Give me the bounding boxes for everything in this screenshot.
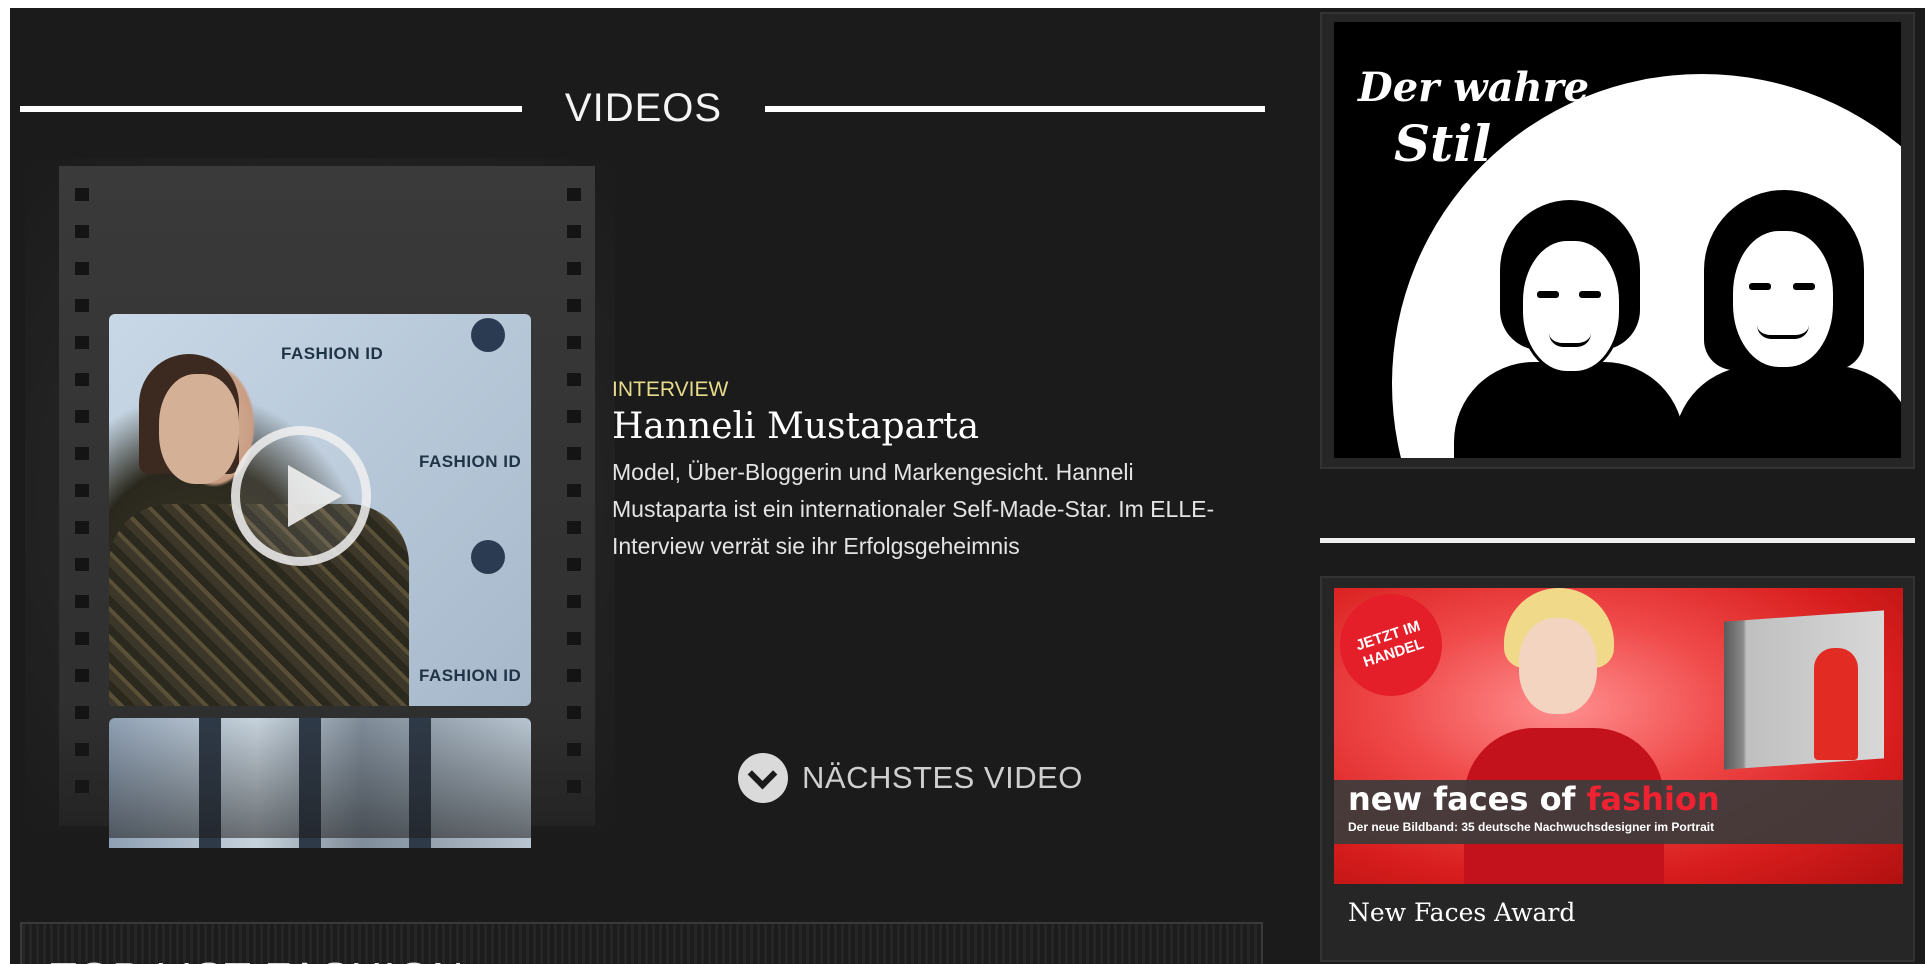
video-category[interactable]: INTERVIEW [612, 378, 1252, 402]
sponsor-logo-icon [471, 318, 505, 352]
sprockets-right [567, 188, 581, 808]
header-rule-right [765, 106, 1265, 112]
backdrop-logo-text: FASHION ID [419, 452, 522, 471]
ad1-title-line2: Stil [1394, 114, 1492, 173]
eye [1793, 283, 1815, 290]
header-rule-left [20, 106, 522, 112]
sidebar-divider [1320, 538, 1915, 543]
woman-right-face [1730, 228, 1836, 370]
film-fade-overlay [59, 718, 595, 838]
videos-title: VIDEOS [564, 86, 723, 130]
ad1-title-line1: Der wahre [1358, 64, 1590, 111]
video-thumbnail[interactable]: FASHION ID FASHION ID FASHION ID [109, 314, 531, 706]
top-list-banner[interactable]: TOP LIST FASHION [20, 922, 1263, 964]
ad2-caption-link[interactable]: New Faces Award [1348, 898, 1575, 927]
eye [1749, 283, 1771, 290]
face [159, 374, 239, 484]
book-image [1724, 610, 1884, 770]
ad2-headline-red: fashion [1586, 780, 1720, 818]
video-film-strip: FASHION ID FASHION ID FASHION ID [25, 158, 615, 848]
ad-der-wahre-stil[interactable]: Der wahre Stil [1320, 12, 1915, 469]
video-description: Model, Über-Bloggerin und Markengesicht.… [612, 459, 1215, 559]
in-stores-badge: JETZT IM HANDEL [1334, 588, 1456, 710]
sponsor-logo-icon [471, 540, 505, 574]
backdrop-logo-text: FASHION ID [419, 666, 522, 685]
next-video-label[interactable]: NÄCHSTES VIDEO [802, 760, 1083, 796]
chevron-down-icon[interactable] [738, 753, 788, 803]
ad2-headline: new faces of fashion [1348, 780, 1720, 818]
eye [1537, 291, 1559, 298]
top-list-title: TOP LIST FASHION [50, 954, 465, 964]
ad2-banner: new faces of fashion Der neue Bildband: … [1334, 780, 1903, 844]
videos-header: VIDEOS [20, 78, 1265, 138]
mouth [1757, 325, 1809, 339]
woman-left-face [1520, 238, 1622, 374]
mouth [1549, 333, 1591, 347]
woman-right-body [1674, 366, 1901, 458]
woman-left-body [1454, 362, 1684, 458]
ad2-subline: Der neue Bildband: 35 deutsche Nachwuchs… [1348, 820, 1715, 834]
model-face [1519, 618, 1597, 714]
play-icon[interactable] [231, 426, 371, 566]
eye [1579, 291, 1601, 298]
book-cover-figure [1814, 648, 1858, 760]
ad-new-faces-award[interactable]: JETZT IM HANDEL new faces of fashion Der… [1320, 576, 1915, 962]
ad2-image[interactable]: JETZT IM HANDEL new faces of fashion Der… [1334, 588, 1903, 884]
video-info: INTERVIEW Hanneli Mustaparta Model, Über… [612, 378, 1252, 565]
video-title[interactable]: Hanneli Mustaparta [612, 404, 1252, 450]
sprockets-left [75, 188, 89, 808]
next-video-button[interactable]: NÄCHSTES VIDEO [738, 752, 1083, 804]
ad1-image: Der wahre Stil [1334, 22, 1901, 458]
ad2-headline-white: new faces of [1348, 780, 1576, 818]
page: VIDEOS FASHION ID FASHION ID FASHION ID [10, 8, 1925, 964]
